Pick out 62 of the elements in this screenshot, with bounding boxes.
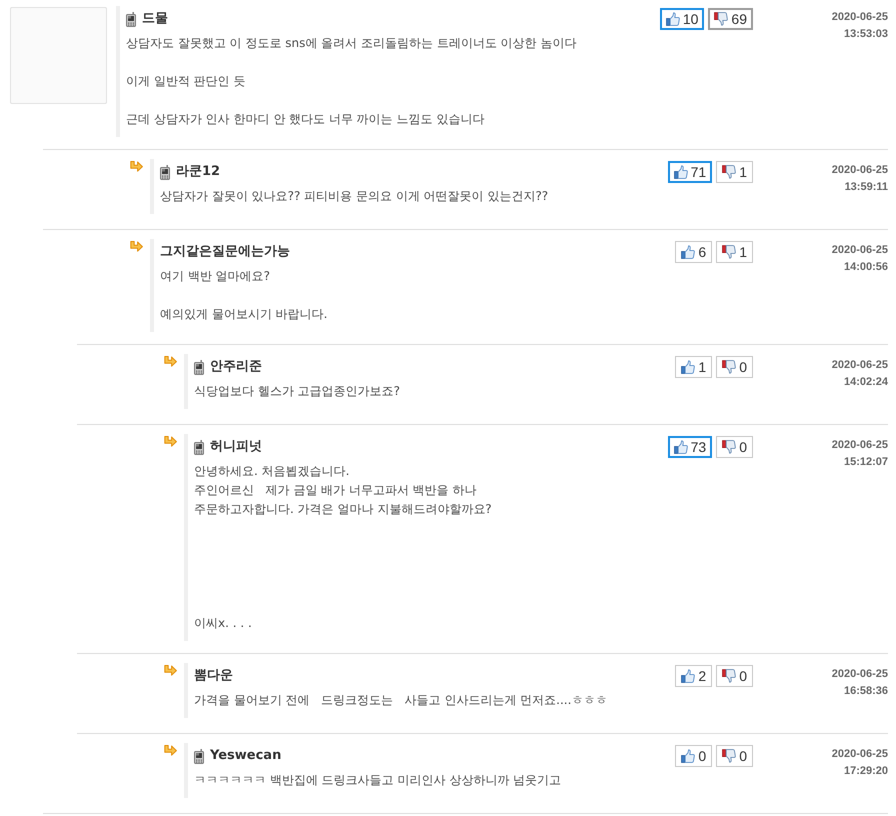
dislike-button[interactable]: 0: [716, 745, 753, 767]
comment-date: 2020-06-25: [832, 358, 888, 373]
thumbs-up-icon: [681, 245, 696, 259]
comment-time: 14:00:56: [844, 260, 888, 275]
thumbs-down-icon: [722, 165, 736, 179]
like-button[interactable]: 2: [675, 665, 712, 687]
thumbs-up-icon: [674, 165, 688, 179]
comment-date: 2020-06-25: [832, 10, 888, 25]
author-name[interactable]: 드물: [142, 10, 168, 28]
comment-time: 16:58:36: [844, 684, 888, 699]
comment-time: 17:29:20: [844, 764, 888, 779]
author-name[interactable]: 뽐다운: [194, 667, 233, 685]
comment-text: ㅋㅋㅋㅋㅋㅋ 백반집에 드링크사들고 미리인사 상상하니까 넘웃기고: [194, 772, 562, 789]
dislike-button[interactable]: 1: [716, 241, 753, 263]
comment-time: 13:53:03: [844, 27, 888, 42]
comment-text: 상담자도 잘못했고 이 정도로 sns에 올려서 조리돌림하는 트레이너도 이상한 놈이다 이게 일반적 판단인 듯 근데 상담자가 인사 한마디 안 했다도 너무 까이는 느낌도 있습니다: [126, 35, 578, 128]
like-button[interactable]: 73: [668, 436, 712, 458]
comment-text: 안녕하세요. 처음뵙겠습니다. 주인어르신 제가 금일 배가 너무고파서 백반을 하나 주문하고자합니다. 가격은 얼마나 지불해드려야할까요? 이씨x. . . .: [194, 463, 493, 632]
thumbs-down-icon: [722, 360, 736, 374]
dislike-button[interactable]: 0: [716, 665, 753, 687]
thumbs-up-icon: [681, 360, 696, 374]
comment-text: 가격을 물어보기 전에 드링크정도는 사들고 인사드리는게 먼저죠....ㅎㅎㅎ: [194, 692, 608, 709]
thumbs-up-icon: [681, 669, 696, 683]
like-button[interactable]: 6: [675, 241, 712, 263]
thumbs-up-icon: [681, 749, 696, 763]
reply-arrow-icon: [130, 241, 143, 252]
reply-arrow-icon: [164, 745, 177, 756]
dislike-button[interactable]: 69: [708, 8, 753, 30]
like-button[interactable]: 0: [675, 745, 712, 767]
comment-text: 여기 백반 얼마에요? 예의있게 물어보시기 바랍니다.: [160, 268, 328, 323]
thumbs-down-icon: [722, 749, 736, 763]
dislike-button[interactable]: 0: [716, 436, 753, 458]
comment-date: 2020-06-25: [832, 243, 888, 258]
reply-arrow-icon: [164, 436, 177, 447]
comment-date: 2020-06-25: [832, 667, 888, 682]
author-name[interactable]: 안주리준: [210, 358, 262, 376]
comment-text: 식당업보다 헬스가 고급업종인가보죠?: [194, 383, 401, 400]
comment-date: 2020-06-25: [832, 163, 888, 178]
comment-date: 2020-06-25: [832, 747, 888, 762]
author-name[interactable]: Yeswecan: [210, 747, 282, 765]
author-name[interactable]: 허니피넛: [210, 438, 262, 456]
reply-arrow-icon: [130, 161, 143, 172]
dislike-button[interactable]: 0: [716, 356, 753, 378]
thumbs-down-icon: [714, 12, 728, 26]
comment-time: 14:02:24: [844, 375, 888, 390]
comment-time: 15:12:07: [844, 455, 888, 470]
author-name[interactable]: 라쿤12: [176, 163, 220, 181]
thumbs-down-icon: [722, 245, 736, 259]
thumbs-down-icon: [722, 440, 736, 454]
reply-arrow-icon: [164, 665, 177, 676]
like-button[interactable]: 10: [660, 8, 704, 30]
thumbs-down-icon: [722, 669, 736, 683]
comment-date: 2020-06-25: [832, 438, 888, 453]
thumbs-up-icon: [674, 440, 688, 454]
like-button[interactable]: 71: [668, 161, 712, 183]
reply-arrow-icon: [164, 356, 177, 367]
comment-time: 13:59:11: [844, 180, 888, 195]
dislike-button[interactable]: 1: [716, 161, 753, 183]
comment-text: 상담자가 잘못이 있나요?? 피티비용 문의요 이게 어떤잘못이 있는건지??: [160, 188, 550, 205]
like-button[interactable]: 1: [675, 356, 712, 378]
author-name[interactable]: 그지같은질문에는가능: [160, 243, 290, 261]
thumbs-up-icon: [666, 12, 680, 26]
